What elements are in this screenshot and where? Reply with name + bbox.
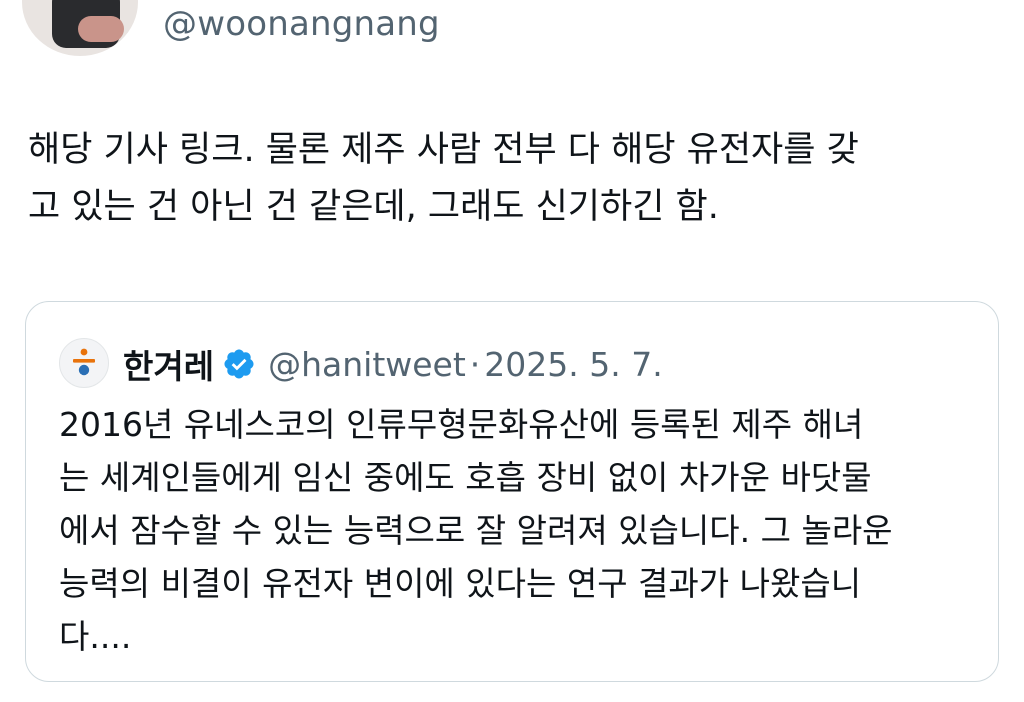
separator-dot: · <box>469 344 481 384</box>
tweet-detail: @woonangnang 해당 기사 링크. 물론 제주 사람 전부 다 해당 … <box>0 0 1024 702</box>
hani-logo-avatar[interactable] <box>59 338 109 388</box>
tweet-text: 해당 기사 링크. 물론 제주 사람 전부 다 해당 유전자를 갖 고 있는 건… <box>28 130 859 227</box>
quoted-tweet-card[interactable]: 한겨레 @hanitweet · 2025. 5. 7. 2016년 유네스코의… <box>25 301 999 682</box>
hani-logo-icon <box>73 348 95 376</box>
author-avatar[interactable] <box>22 0 138 56</box>
quote-date[interactable]: 2025. 5. 7. <box>484 345 662 384</box>
author-handle[interactable]: @woonangnang <box>163 2 440 46</box>
quote-header: 한겨레 @hanitweet · 2025. 5. 7. <box>123 340 663 388</box>
avatar-hand-shape <box>78 16 124 42</box>
quote-author-handle[interactable]: @hanitweet <box>268 345 466 384</box>
quote-text: 2016년 유네스코의 인류무형문화유산에 등록된 제주 해녀 는 세계인들에게… <box>59 405 893 656</box>
verified-badge-icon <box>222 347 256 381</box>
quote-author-name[interactable]: 한겨레 <box>123 340 214 388</box>
